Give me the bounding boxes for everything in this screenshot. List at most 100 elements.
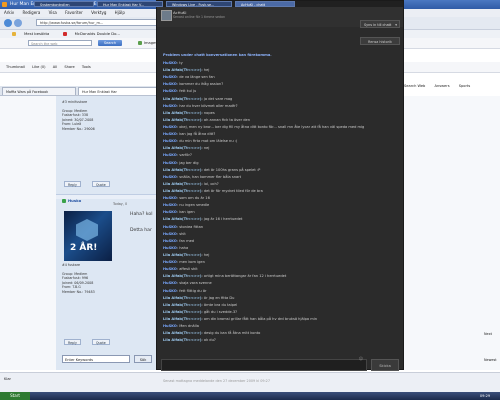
mcdonalds-icon	[62, 32, 67, 36]
quote-button[interactable]: Quote	[92, 339, 110, 345]
menu-verktyg[interactable]: Verktyg	[91, 10, 106, 15]
reply-button[interactable]: Reply	[64, 181, 81, 187]
message-sender: HuSKO	[163, 132, 177, 137]
message-text: fan med	[179, 238, 195, 243]
chat-message: Lila Alfab(Tt<<>>): det är 100hs grans p…	[163, 167, 261, 172]
chat-message: HuSKO: kommer du ihåg assion?	[163, 82, 224, 87]
message-input[interactable]: ☺	[161, 356, 367, 371]
thumbnail-button[interactable]: Thumbnail	[6, 65, 25, 69]
message-sender: HuSKO	[163, 75, 177, 80]
message-sender: Lila Alfab(Tt<<>>)	[163, 68, 202, 73]
message-text: hej	[203, 252, 210, 257]
message-text: om din bromsi grillar fått han båla på h…	[203, 316, 318, 321]
chat-message: HuSKO: fan med	[163, 238, 195, 243]
message-text: det är för mycket tiled för de bra	[203, 188, 263, 193]
sports-button[interactable]: Sports	[459, 84, 471, 88]
message-sender: Lila Alfab(Tt<<>>)	[163, 316, 202, 321]
message-sender: Lila Alfab(Tt<<>>)	[163, 96, 202, 101]
chat-message: HuSKO: kan jag få åtna ditt?	[163, 132, 216, 137]
message-text: ja det vare mag	[203, 96, 233, 101]
like-button[interactable]: Like (0)	[32, 65, 45, 69]
message-sender: Lila Alfab(Tt<<>>)	[163, 217, 202, 222]
chat-message: HuSKO: ty	[163, 61, 183, 65]
send-button[interactable]: Skicka	[371, 359, 399, 371]
message-sender: HuSKO	[163, 153, 177, 158]
message-sender: HuSKO	[163, 238, 177, 243]
chat-message: Lila Alfab(Tt<<>>): nopes	[163, 110, 215, 115]
start-button[interactable]: Start	[0, 392, 30, 400]
forward-icon[interactable]	[14, 19, 22, 27]
chat-message: HuSKO: shit	[163, 231, 186, 236]
message-sender: HuSKO	[163, 267, 177, 272]
emoticon-icon[interactable]: ☺	[359, 356, 363, 361]
tab-hur-man[interactable]: Hur Man Enklast Har	[78, 87, 158, 95]
chat-notice: Problem under chatt konversationen kan f…	[163, 53, 272, 57]
search-web-button[interactable]: Search Web	[404, 84, 425, 88]
message-sender: HuSKO	[163, 231, 177, 236]
menu-favoriter[interactable]: Favoriter	[65, 10, 83, 15]
chat-message: HuSKO: stoniea fittan	[163, 224, 204, 229]
share-button[interactable]: Share	[64, 65, 74, 69]
message-sender: HuSKO	[163, 61, 177, 65]
browser-icon	[2, 2, 7, 7]
keywords-go-button[interactable]: Sök	[134, 355, 152, 363]
message-sender: HuSKO	[163, 210, 177, 215]
message-text: ty	[179, 61, 183, 65]
images-icon	[138, 41, 142, 45]
chat-message: Lila Alfab(Tt<<>>): gåt du i svedde.3?	[163, 309, 238, 314]
clear-history-button[interactable]: Rensa historik	[360, 37, 400, 45]
menu-arkiv[interactable]: Arkiv	[4, 10, 14, 15]
address-bar[interactable]: http://www.fuska.se/forum/hur_m...	[36, 19, 158, 26]
keywords-input[interactable]: Enter Keywords	[62, 355, 130, 363]
taskbar-item-chat[interactable]: AcHuKi - chatt	[235, 1, 295, 7]
message-sender: HuSKO	[163, 288, 177, 293]
search-input[interactable]: Search the web	[28, 40, 92, 46]
contact-avatar[interactable]	[161, 10, 172, 21]
menu-hjalp[interactable]: Hjälp	[115, 10, 125, 15]
chat-message: HuSKO: men kom igen	[163, 260, 205, 265]
back-icon[interactable]	[4, 19, 12, 27]
message-sender: HuSKO	[163, 89, 177, 94]
newest-link[interactable]: Newest	[484, 358, 497, 362]
bookmark-mcdonalds[interactable]: McDonalds Double Do...	[57, 31, 120, 36]
images-button[interactable]: Images	[138, 40, 157, 46]
taskbar-item-browser[interactable]: Hur Man Enklast Har V...	[97, 1, 163, 7]
chat-message: Lila Alfab(Tt<<>>): ortigt mina berättan…	[163, 274, 287, 279]
chevron-down-icon: ▾	[395, 23, 397, 27]
message-sender: HuSKO	[163, 82, 177, 87]
post2-username[interactable]: Husko	[68, 198, 81, 203]
chat-message: HuSKO: skaja vara svenne	[163, 281, 212, 286]
avatar-text: 2 ÅR!	[70, 243, 98, 253]
message-list: HuSKO: ty Lila Alfab(Tt<<>>): hej HuSKO: d…	[163, 60, 397, 344]
taskbar-item-systemkontrollen[interactable]: Systemkontrollen	[34, 1, 94, 7]
chat-message: HuSKO: snälla, han kommer fler båla snar…	[163, 174, 242, 179]
message-text: varför?	[179, 153, 192, 158]
bookmark-mest-besokta[interactable]: Mest besökta	[6, 31, 49, 36]
message-sender: HuSKO	[163, 174, 177, 179]
message-sender: HuSKO	[163, 196, 177, 201]
menu-visa[interactable]: Visa	[49, 10, 57, 15]
taskbar-item-windows-live[interactable]: Windows Live - Fusk.se...	[166, 1, 232, 7]
menu-redigera[interactable]: Redigera	[22, 10, 40, 15]
message-sender: HuSKO	[163, 203, 177, 208]
message-text: stoniea fittan	[179, 224, 204, 229]
status-text: Klar	[4, 377, 12, 381]
quote-button[interactable]: Quote	[92, 181, 110, 187]
next-link[interactable]: Next	[484, 332, 492, 336]
message-sender: HuSKO	[163, 281, 177, 286]
all-button[interactable]: All	[53, 65, 57, 69]
chat-message: Lila Alfab(Tt<<>>): nej	[163, 146, 210, 151]
search-button[interactable]: Search	[98, 40, 122, 46]
tools-button[interactable]: Tools	[82, 65, 91, 69]
message-sender: Lila Alfab(Tt<<>>)	[163, 338, 202, 343]
chat-message: Lila Alfab(Tt<<>>): ok du?	[163, 338, 216, 343]
post2-username-row: Husko	[62, 198, 81, 204]
tab-maffia-wars[interactable]: Maffia Wars på Facebook	[2, 87, 76, 95]
answers-button[interactable]: Answers	[434, 84, 449, 88]
chat-message: HuSKO: haha	[163, 245, 189, 250]
chat-message: HuSKO: fett kul ju	[163, 89, 197, 94]
reply-button[interactable]: Reply	[64, 339, 81, 345]
chat-window: AcHuKi - chatt AcHuKi Senast online för …	[156, 0, 404, 383]
status-select[interactable]: Syns in till chatt ▾	[360, 20, 400, 28]
chat-message: Lila Alfab(Tt<<>>): ah annan fick ta öve…	[163, 117, 251, 122]
